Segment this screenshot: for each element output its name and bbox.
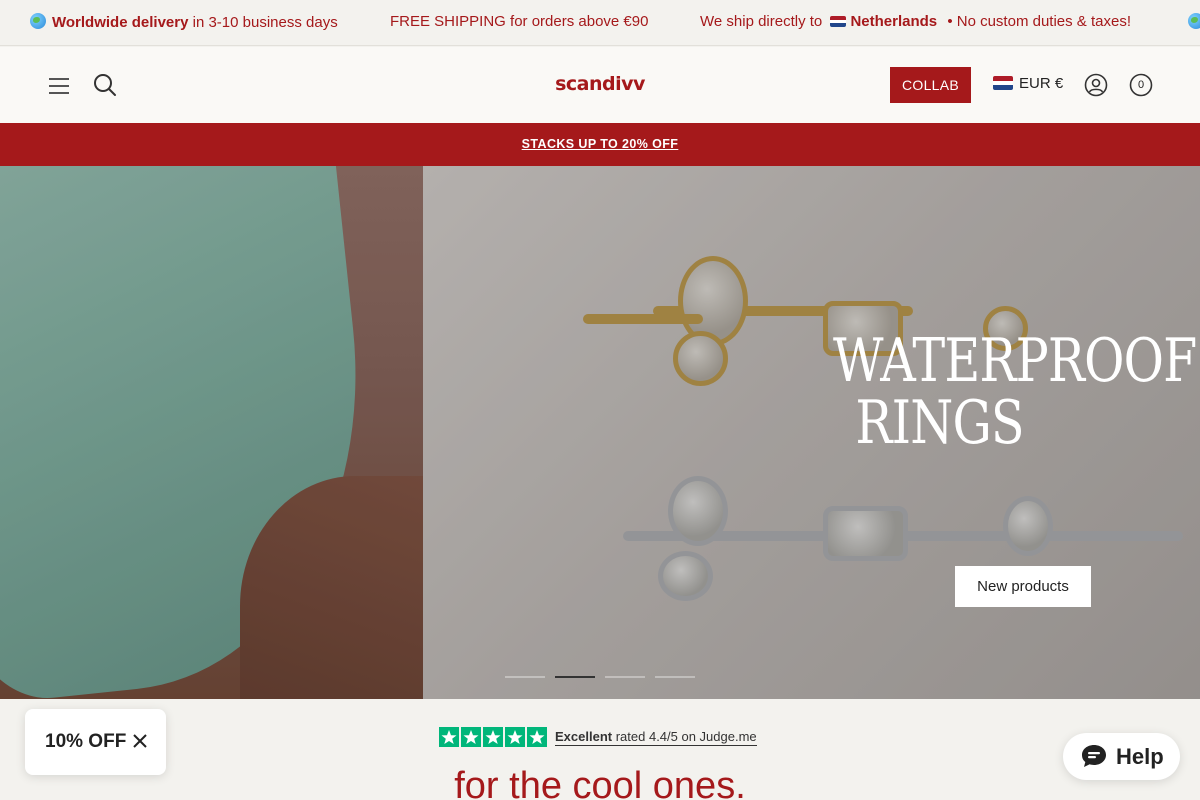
user-icon: [1084, 73, 1108, 97]
carousel-dot-1[interactable]: [505, 676, 545, 678]
menu-button[interactable]: [49, 76, 71, 94]
new-products-button[interactable]: New products: [955, 566, 1091, 607]
cart-button[interactable]: 0: [1129, 73, 1153, 97]
carousel-dot-2[interactable]: [555, 676, 595, 678]
rating-link[interactable]: Excellent rated 4.4/5 on Judge.me: [555, 729, 757, 746]
star-icon: [505, 727, 525, 747]
rating-text: rated 4.4/5 on Judge.me: [615, 729, 757, 744]
star-icon: [461, 727, 481, 747]
hero-title-line1: WATERPROOF: [833, 326, 1197, 396]
announcement-repeat: [1188, 13, 1200, 31]
tagline-heading: for the cool ones.: [454, 765, 746, 800]
chat-bubble-icon: [1082, 745, 1106, 767]
hamburger-line: [49, 78, 69, 80]
promo-bar: STACKS UP TO 20% OFF: [0, 123, 1200, 166]
search-icon: [94, 74, 116, 96]
hero-slide-previous[interactable]: [0, 166, 470, 699]
rating-word: Excellent: [555, 729, 613, 744]
country-name: Netherlands: [850, 13, 938, 30]
discount-label[interactable]: 10% OFF: [45, 731, 126, 753]
hero-title: WATERPROOF RINGS: [833, 326, 1197, 458]
announcement-free-shipping: FREE SHIPPING for orders above €90: [390, 13, 649, 30]
hamburger-line: [49, 92, 69, 94]
hero-title-line2: RINGS: [855, 388, 1024, 458]
site-header: scandivv COLLAB EUR € 0: [0, 47, 1200, 123]
netherlands-flag-icon: [993, 76, 1013, 90]
cart-count: 0: [1137, 79, 1145, 91]
star-icon: [483, 727, 503, 747]
search-button[interactable]: [93, 73, 117, 97]
hamburger-line: [49, 85, 69, 87]
announcement-ship-direct: We ship directly to Netherlands • No cus…: [700, 13, 1131, 30]
globe-icon: [30, 13, 46, 29]
help-widget-button[interactable]: Help: [1063, 733, 1180, 780]
netherlands-flag-icon: [830, 16, 847, 27]
currency-selector[interactable]: EUR €: [993, 75, 1063, 95]
ship-direct-text: We ship directly to: [700, 13, 823, 30]
discount-popup: 10% OFF: [25, 709, 166, 775]
rating-stars: [439, 727, 547, 747]
announcement-delivery: Worldwide delivery in 3-10 business days: [30, 13, 338, 31]
site-logo[interactable]: scandivv: [540, 73, 660, 95]
duties-text: • No custom duties & taxes!: [947, 13, 1131, 30]
delivery-bold-text: Worldwide delivery: [52, 14, 189, 31]
hero-carousel: WATERPROOF RINGS New products: [0, 166, 1200, 699]
currency-label: EUR €: [1019, 75, 1064, 92]
announcement-bar: Worldwide delivery in 3-10 business days…: [0, 0, 1200, 46]
star-icon: [527, 727, 547, 747]
delivery-rest-text: in 3-10 business days: [188, 14, 338, 31]
carousel-dot-3[interactable]: [605, 676, 645, 678]
close-icon: [133, 734, 147, 748]
close-button[interactable]: [131, 732, 149, 750]
collab-button[interactable]: COLLAB: [890, 67, 971, 103]
account-button[interactable]: [1084, 73, 1108, 97]
carousel-dot-4[interactable]: [655, 676, 695, 678]
hero-shade: [0, 166, 423, 699]
help-label: Help: [1116, 744, 1164, 769]
promo-link[interactable]: STACKS UP TO 20% OFF: [522, 137, 679, 151]
star-icon: [439, 727, 459, 747]
globe-icon: [1188, 13, 1200, 29]
